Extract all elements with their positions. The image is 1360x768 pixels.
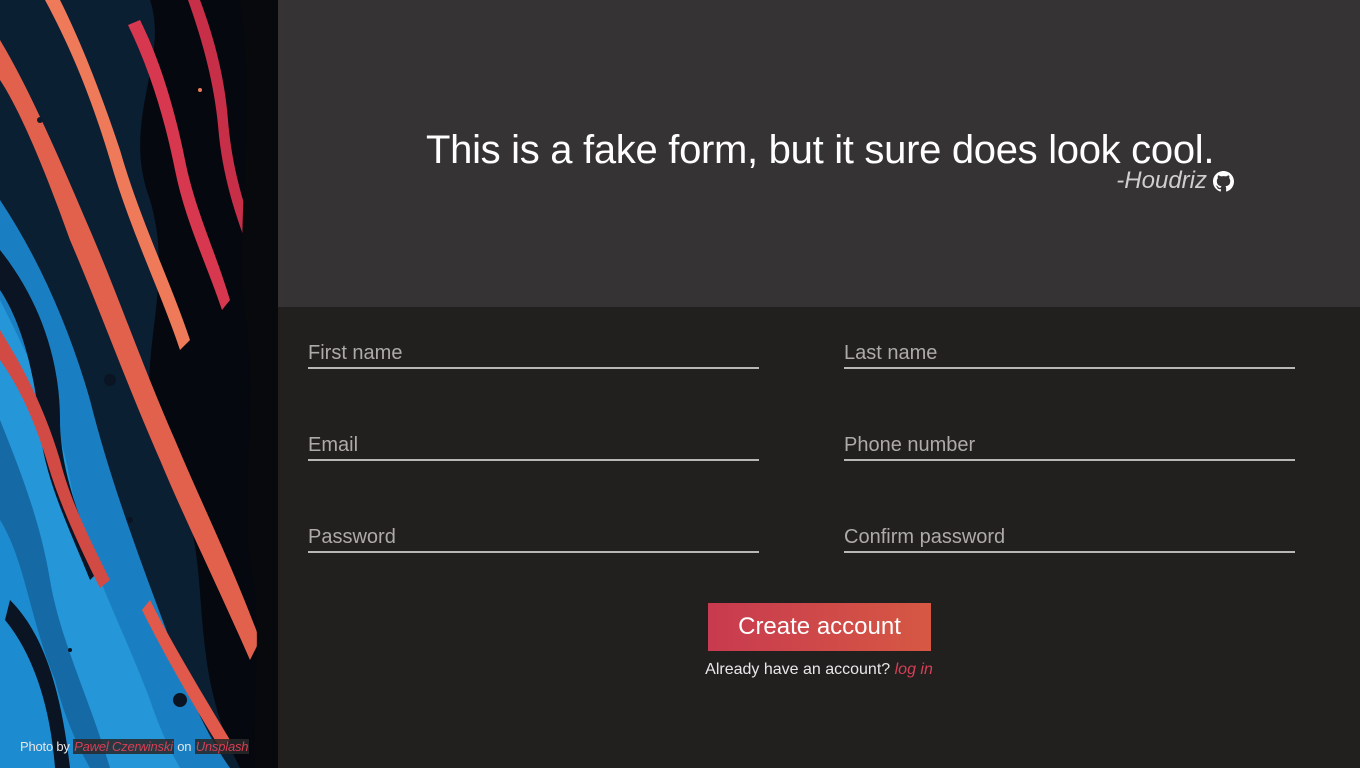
author-name: -Houdriz bbox=[1116, 167, 1207, 194]
confirm-password-field-wrapper bbox=[844, 513, 1295, 553]
background-photo: Photo by Pawel Czerwinski on Unsplash bbox=[0, 0, 278, 768]
photographer-link[interactable]: Pawel Czerwinski bbox=[73, 739, 174, 754]
headline-quote: This is a fake form, but it sure does lo… bbox=[426, 128, 1215, 172]
phone-field-wrapper bbox=[844, 421, 1295, 461]
login-prompt-text: Already have an account? bbox=[705, 661, 891, 678]
confirm-password-input[interactable] bbox=[844, 513, 1295, 551]
signup-form: Create account Already have an account? … bbox=[278, 307, 1360, 768]
quote-author: -Houdriz bbox=[1116, 167, 1234, 195]
photo-credit: Photo by Pawel Czerwinski on Unsplash bbox=[20, 739, 250, 754]
signup-page: Photo by Pawel Czerwinski on Unsplash Th… bbox=[0, 0, 1360, 768]
password-field-wrapper bbox=[308, 513, 759, 553]
login-link[interactable]: log in bbox=[895, 661, 933, 678]
photo-credit-prefix: Photo by bbox=[20, 739, 70, 754]
login-prompt-line: Already have an account? log in bbox=[278, 661, 1360, 679]
github-icon[interactable] bbox=[1213, 170, 1234, 192]
header-banner: This is a fake form, but it sure does lo… bbox=[278, 0, 1360, 307]
last-name-field-wrapper bbox=[844, 329, 1295, 369]
abstract-fluid-art-image bbox=[0, 0, 278, 768]
phone-input[interactable] bbox=[844, 421, 1295, 459]
first-name-input[interactable] bbox=[308, 329, 759, 367]
email-field-wrapper bbox=[308, 421, 759, 461]
unsplash-link[interactable]: Unsplash bbox=[194, 739, 250, 754]
create-account-button[interactable]: Create account bbox=[708, 603, 931, 651]
last-name-input[interactable] bbox=[844, 329, 1295, 367]
email-input[interactable] bbox=[308, 421, 759, 459]
first-name-field-wrapper bbox=[308, 329, 759, 369]
password-input[interactable] bbox=[308, 513, 759, 551]
photo-credit-middle: on bbox=[177, 739, 192, 754]
